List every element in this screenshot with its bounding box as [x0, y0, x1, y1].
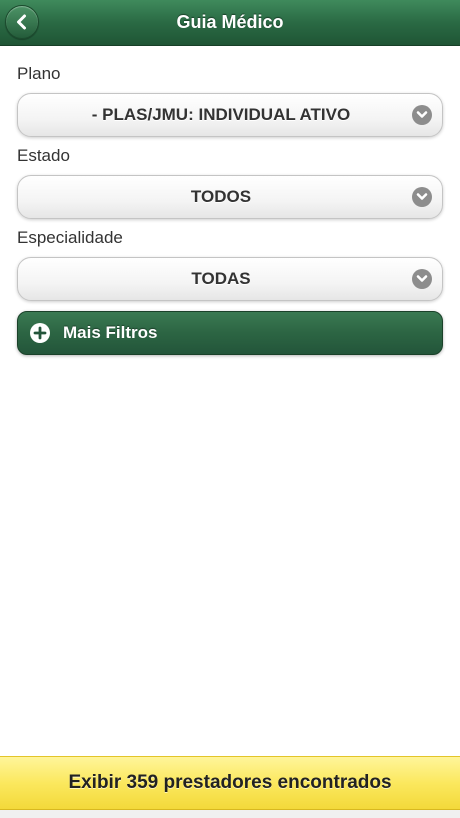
chevron-left-icon: [17, 14, 26, 30]
chevron-down-icon: [412, 105, 432, 125]
chevron-down-icon: [412, 269, 432, 289]
especialidade-select[interactable]: TODAS: [17, 257, 443, 301]
show-results-button[interactable]: Exibir 359 prestadores encontrados: [0, 756, 460, 810]
plano-label: Plano: [17, 64, 61, 83]
more-filters-label: Mais Filtros: [63, 323, 158, 342]
plano-select[interactable]: - PLAS/JMU: INDIVIDUAL ATIVO: [17, 93, 443, 137]
page-title: Guia Médico: [176, 12, 284, 32]
bottom-strip: [0, 810, 460, 818]
back-button[interactable]: [5, 5, 39, 39]
estado-label: Estado: [17, 146, 70, 165]
plus-icon: [30, 323, 50, 343]
chevron-down-icon: [412, 187, 432, 207]
estado-selected-value: TODOS: [190, 187, 252, 206]
especialidade-label: Especialidade: [17, 228, 123, 247]
show-results-label: Exibir 359 prestadores encontrados: [68, 772, 392, 793]
especialidade-selected-value: TODAS: [191, 269, 251, 288]
estado-select[interactable]: TODOS: [17, 175, 443, 219]
header-bar: Guia Médico: [0, 0, 460, 46]
plano-selected-value: - PLAS/JMU: INDIVIDUAL ATIVO: [91, 105, 351, 124]
more-filters-toggle[interactable]: Mais Filtros: [17, 311, 443, 355]
page: Guia Médico Plano - PLAS/JMU: INDIVIDUAL…: [0, 0, 460, 818]
